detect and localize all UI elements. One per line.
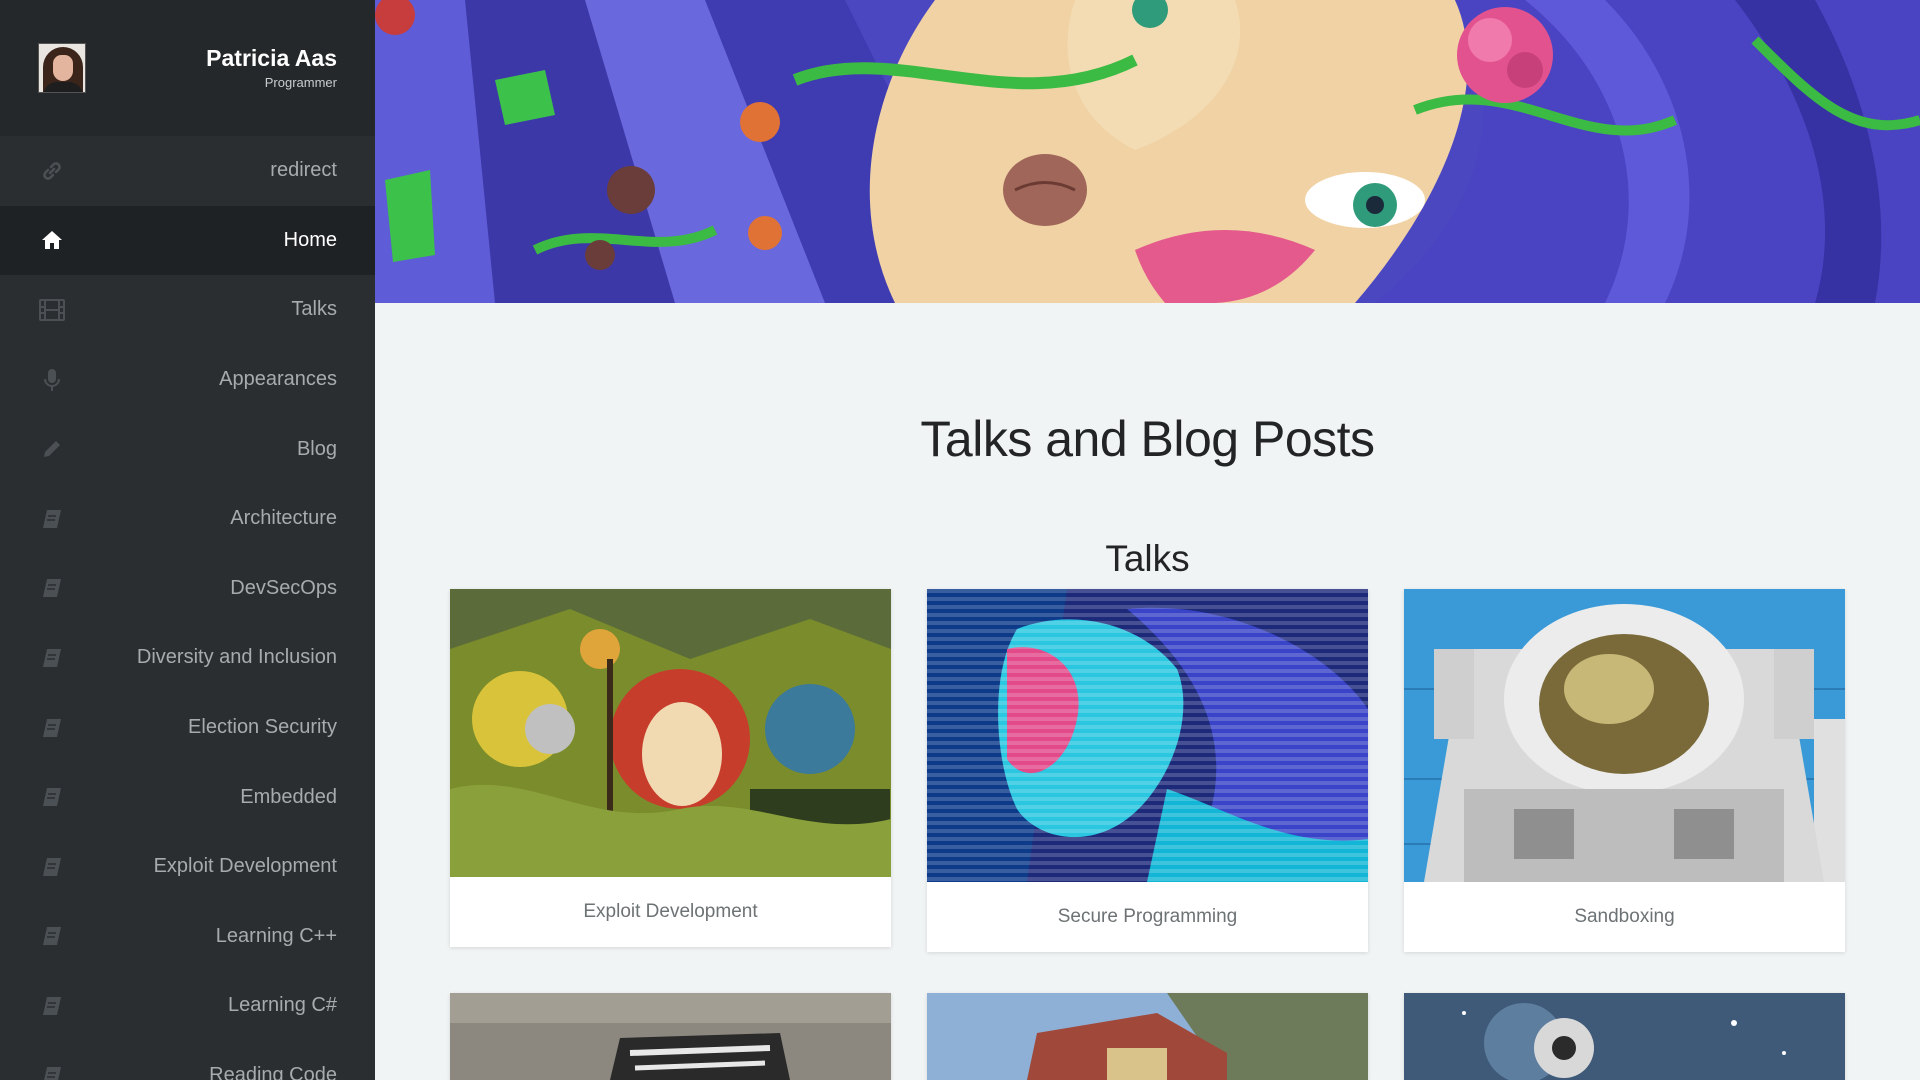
book-icon [38,1062,66,1080]
section-title-talks: Talks [1105,538,1190,579]
profile-name[interactable]: Patricia Aas [86,43,337,73]
sidebar-item-label: Appearances [219,368,337,391]
talk-card-image[interactable] [1404,589,1845,882]
sidebar-item-label: redirect [270,159,337,182]
profile-header[interactable]: Patricia Aas Programmer [0,0,375,136]
film-icon [38,296,66,324]
hero-banner-image [375,0,1920,303]
microphone-icon [38,366,66,394]
sidebar-item-election-security[interactable]: Election Security [0,693,375,763]
sidebar-item-home[interactable]: Home [0,205,375,276]
sidebar-item-architecture[interactable]: Architecture [0,484,375,554]
sidebar-item-label: Learning C++ [215,924,337,947]
home-icon [38,226,66,254]
sidebar-item-label: Reading Code [209,1064,337,1080]
sidebar-item-learning-csharp[interactable]: Learning C# [0,971,375,1041]
sidebar-item-appearances[interactable]: Appearances [0,345,375,415]
sidebar-item-talks[interactable]: Talks [0,275,375,345]
talk-card-image[interactable] [927,589,1368,882]
talk-card-sandboxing[interactable]: Sandboxing [1404,589,1845,952]
book-icon [38,644,66,672]
book-icon [38,922,66,950]
talk-card-image[interactable] [1404,993,1845,1080]
sidebar-item-reading-code[interactable]: Reading Code [0,1041,375,1080]
avatar[interactable] [38,43,86,93]
talk-card-image[interactable] [450,589,891,877]
main-content: Talks and Blog Posts Talks Exploit Devel… [375,0,1920,1080]
talk-card-row2-3[interactable] [1404,993,1845,1080]
sidebar-item-label: Learning C# [228,994,337,1017]
sidebar-item-label: Talks [291,298,337,321]
sidebar-item-label: Exploit Development [153,855,337,878]
talk-card-image[interactable] [927,993,1368,1080]
book-icon [38,574,66,602]
link-icon [38,157,66,185]
talk-card-image[interactable] [450,993,891,1080]
sidebar-item-label: Election Security [188,716,337,739]
sidebar-item-blog[interactable]: Blog [0,414,375,484]
book-icon [38,783,66,811]
sidebar-item-redirect[interactable]: redirect [0,136,375,206]
sidebar: Patricia Aas Programmer redirect Home Ta… [0,0,375,1080]
talk-card-caption[interactable]: Sandboxing [1404,882,1845,952]
talk-card-caption[interactable]: Secure Programming [927,882,1368,952]
talk-card-caption[interactable]: Exploit Development [450,877,891,947]
book-icon [38,505,66,533]
pencil-icon [38,435,66,463]
talk-card-exploit-development[interactable]: Exploit Development [450,589,891,947]
sidebar-item-diversity-and-inclusion[interactable]: Diversity and Inclusion [0,623,375,693]
book-icon [38,992,66,1020]
sidebar-item-embedded[interactable]: Embedded [0,762,375,832]
sidebar-item-devsecops[interactable]: DevSecOps [0,554,375,624]
page-title: Talks and Blog Posts [920,411,1375,467]
sidebar-item-exploit-development[interactable]: Exploit Development [0,832,375,902]
sidebar-item-label: DevSecOps [230,576,337,599]
sidebar-item-label: Embedded [240,785,337,808]
sidebar-item-label: Home [283,228,337,251]
talk-card-secure-programming[interactable]: Secure Programming [927,589,1368,952]
talk-card-row2-2[interactable] [927,993,1368,1080]
sidebar-item-label: Architecture [230,507,337,530]
profile-text: Patricia Aas Programmer [86,43,337,93]
book-icon [38,714,66,742]
sidebar-item-label: Diversity and Inclusion [136,646,337,669]
sidebar-item-label: Blog [296,437,337,460]
sidebar-item-learning-cpp[interactable]: Learning C++ [0,902,375,972]
book-icon [38,853,66,881]
talk-card-row2-1[interactable] [450,993,891,1080]
profile-role: Programmer [264,75,337,90]
